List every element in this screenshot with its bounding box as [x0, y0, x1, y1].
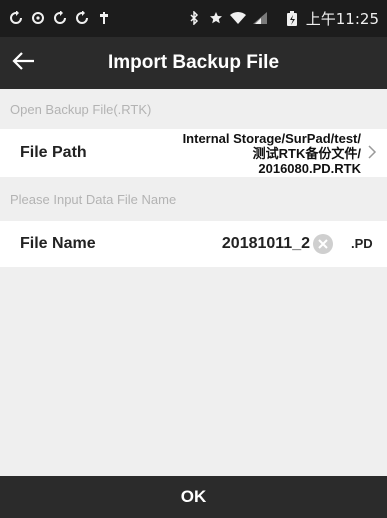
- bluetooth-icon: [186, 9, 202, 27]
- file-name-row: File Name .PD: [0, 221, 387, 267]
- file-path-line-2: 测试RTK备份文件/: [252, 146, 361, 161]
- section-header-input-name: Please Input Data File Name: [0, 177, 387, 221]
- status-time: 上午11:25: [305, 10, 379, 28]
- sync-icon: [74, 9, 90, 27]
- star-icon: [208, 11, 224, 27]
- file-extension-suffix: .PD: [351, 236, 373, 251]
- usb-icon: [96, 11, 112, 27]
- file-path-row[interactable]: File Path Internal Storage/SurPad/test/ …: [0, 129, 387, 177]
- status-bar: 上午11:25: [0, 0, 387, 37]
- battery-icon: [284, 10, 300, 27]
- file-path-line-3: 2016080.PD.RTK: [258, 161, 361, 175]
- sync-icon: [8, 9, 24, 27]
- section-header-open-backup: Open Backup File(.RTK): [0, 89, 387, 129]
- chevron-right-icon: [365, 145, 379, 159]
- arrow-left-icon: [12, 51, 36, 76]
- status-right-icons: 上午11:25: [186, 8, 379, 29]
- sync-icon: [52, 9, 68, 27]
- wifi-icon: [229, 11, 246, 27]
- title-bar: Import Backup File: [0, 37, 387, 89]
- status-left-icons: [8, 9, 112, 27]
- file-path-label: File Path: [20, 144, 87, 161]
- signal-icon: [252, 11, 268, 27]
- ok-button[interactable]: OK: [0, 476, 387, 518]
- back-button[interactable]: [0, 37, 48, 89]
- close-icon: [318, 239, 328, 249]
- file-name-input[interactable]: [160, 231, 310, 257]
- file-name-label: File Name: [20, 235, 96, 252]
- screen: 上午11:25 Import Backup File Open Backup F…: [0, 0, 387, 518]
- file-path-value: Internal Storage/SurPad/test/ 测试RTK备份文件/…: [121, 131, 361, 175]
- page-title: Import Backup File: [107, 52, 280, 73]
- file-path-line-1: Internal Storage/SurPad/test/: [182, 131, 361, 146]
- refresh-icon: [30, 11, 46, 27]
- clear-input-button[interactable]: [313, 234, 333, 254]
